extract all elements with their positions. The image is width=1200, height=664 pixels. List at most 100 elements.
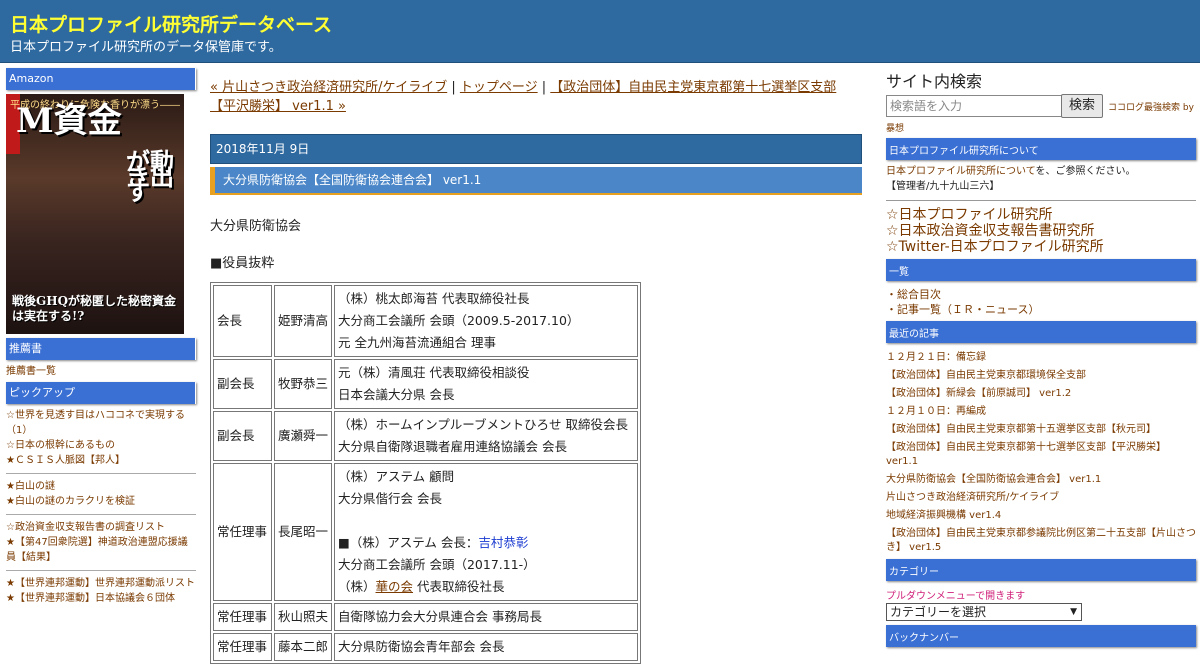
nav-separator: | (447, 80, 460, 95)
main-content: « 片山さつき政治経済研究所/ケイライブ | トップページ | 【政治団体】自由… (210, 78, 862, 664)
officer-role: 常任理事 (213, 633, 272, 661)
recent-entry-link[interactable]: 【政治団体】自由民主党東京都第十五選挙区支部【秋元司】 (886, 421, 1196, 439)
recent-entries: １２月２１日：備忘録 【政治団体】自由民主党東京都環境保全支部 【政治団体】新緑… (886, 349, 1196, 555)
entry-title[interactable]: 大分県防衛協会【全国防衛協会連合会】 ver1.1 (210, 167, 862, 195)
chevron-down-icon: ▼ (1070, 607, 1077, 617)
search-input[interactable]: 検索語を入力 (886, 95, 1064, 117)
table-row: 会長 姫野清高 （株）桃太郎海苔 代表取締役社長 大分商工会議所 会頭（2009… (213, 285, 638, 357)
pickup-link[interactable]: ★【世界連邦運動】世界連邦運動派リスト (6, 576, 196, 591)
top-page-link[interactable]: トップページ (460, 80, 538, 95)
pickup-link[interactable]: ☆政治資金収支報告書の調査リスト (6, 520, 196, 535)
about-suffix: を、ご参照ください。 (1035, 166, 1136, 177)
officer-role: 副会長 (213, 411, 272, 461)
category-heading: カテゴリー (886, 559, 1196, 581)
featured-link[interactable]: ☆日本プロファイル研究所 (886, 207, 1196, 223)
pickup-link[interactable]: ★【第47回衆院選】神道政治連盟応援議員【結果】 (6, 535, 196, 565)
recent-entry-link[interactable]: 【政治団体】自由民主党東京都参議院比例区第二十五支部【片山さつき】 ver1.5 (886, 527, 1196, 555)
admin-text: 【管理者/九十九山三六】 (886, 181, 1000, 192)
category-select[interactable]: カテゴリーを選択 ▼ (886, 603, 1082, 621)
featured-links: ☆日本プロファイル研究所 ☆日本政治資金収支報告書研究所 ☆Twitter-日本… (886, 207, 1196, 255)
description-text: 代表取締役社長 (413, 579, 505, 594)
table-row: 常任理事 長尾昭一 （株）アステム 顧問 大分県偕行会 会長 ■（株）アステム … (213, 463, 638, 601)
pickup-link[interactable]: ☆世界を見透す目はハココネで実現する（1） (6, 408, 196, 438)
table-row: 副会長 牧野恭三 元（株）清風荘 代表取締役相談役 日本会議大分県 会長 (213, 359, 638, 409)
recommend-heading: 推薦書 (6, 338, 196, 360)
section-heading: ■役員抜粋 (210, 256, 275, 271)
left-sidebar: Amazon 平成の終わりに危険な香りが漂う―― M資金 が動き出す 戦後GHQ… (6, 68, 196, 606)
officer-role: 会長 (213, 285, 272, 357)
recent-entry-link[interactable]: １２月１０日：再編成 (886, 403, 1196, 421)
book-bottom-text: 戦後GHQが秘匿した秘密資金は実在する!? (12, 294, 177, 323)
nav-separator: | (537, 80, 551, 95)
entry-date: 2018年11月 9日 (210, 134, 862, 164)
officer-description: （株）桃太郎海苔 代表取締役社長 大分商工会議所 会頭（2009.5-2017.… (334, 285, 638, 357)
company-link[interactable]: 華の会 (376, 579, 414, 594)
description-line: （株）アステム 顧問 (338, 469, 455, 484)
description-line: 大分県防衛協会青年部会 会長 (338, 639, 505, 654)
search-form: 検索語を入力 検索 ココログ最強検索 by (886, 94, 1196, 118)
index-list: ・総合目次 ・記事一覧（ＩＲ・ニュース） (886, 287, 1196, 317)
person-link[interactable]: 吉村恭彰 (478, 535, 528, 550)
divider (6, 514, 196, 515)
officer-name: 秋山照夫 (274, 603, 332, 631)
amazon-heading: Amazon (6, 68, 196, 90)
description-line: 大分商工会議所 会頭（2009.5-2017.10） (338, 313, 580, 328)
pickup-heading: ピックアップ (6, 382, 196, 404)
description-line: 自衛隊協力会大分県連合会 事務局長 (338, 609, 542, 624)
description-line: （株）華の会 代表取締役社長 (338, 576, 634, 598)
officer-description: 元（株）清風荘 代表取締役相談役 日本会議大分県 会長 (334, 359, 638, 409)
description-line: ■（株）アステム 会長：吉村恭彰 (338, 532, 634, 554)
pickup-link[interactable]: ★【世界連邦運動】日本協議会６団体 (6, 591, 196, 606)
officer-role: 副会長 (213, 359, 272, 409)
pickup-link[interactable]: ★白山の謎 (6, 479, 196, 494)
divider (886, 200, 1196, 201)
recent-entry-link[interactable]: 大分県防衛協会【全国防衛協会連合会】 ver1.1 (886, 471, 1196, 489)
officer-description: 大分県防衛協会青年部会 会長 (334, 633, 638, 661)
description-line: 大分県偕行会 会長 (338, 491, 442, 506)
index-link[interactable]: ・総合目次 (886, 288, 941, 301)
site-header: 日本プロファイル研究所データベース 日本プロファイル研究所のデータ保管庫です。 (0, 0, 1200, 63)
description-line: 大分県自衛隊退職者雇用連絡協議会 会長 (338, 439, 567, 454)
recent-heading: 最近の記事 (886, 321, 1196, 343)
description-line (338, 510, 634, 532)
site-title[interactable]: 日本プロファイル研究所データベース (10, 10, 332, 37)
right-sidebar: サイト内検索 検索語を入力 検索 ココログ最強検索 by 暴想 日本プロファイル… (886, 68, 1196, 647)
officer-name: 廣瀬舜一 (274, 411, 332, 461)
category-select-value: カテゴリーを選択 (890, 605, 987, 619)
pickup-link[interactable]: ★白山の謎のカラクリを検証 (6, 494, 196, 509)
officer-role: 常任理事 (213, 463, 272, 601)
book-main-title: M資金 (16, 101, 122, 141)
recent-entry-link[interactable]: 【政治団体】新緑会【前原誠司】 ver1.2 (886, 385, 1196, 403)
book-cover-image[interactable]: 平成の終わりに危険な香りが漂う―― M資金 が動き出す 戦後GHQが秘匿した秘密… (6, 94, 184, 334)
backnumber-heading: バックナンバー (886, 625, 1196, 647)
search-provider-link[interactable]: ココログ最強検索 by (1108, 100, 1194, 113)
divider (6, 473, 196, 474)
recent-entry-link[interactable]: 【政治団体】自由民主党東京都環境保全支部 (886, 367, 1196, 385)
pickup-group-2: ★白山の謎 ★白山の謎のカラクリを検証 (6, 479, 196, 509)
officer-description: （株）アステム 顧問 大分県偕行会 会長 ■（株）アステム 会長：吉村恭彰 大分… (334, 463, 638, 601)
featured-link[interactable]: ☆Twitter-日本プロファイル研究所 (886, 239, 1196, 255)
entry-navigation: « 片山さつき政治経済研究所/ケイライブ | トップページ | 【政治団体】自由… (210, 78, 862, 116)
officer-description: （株）ホームインプルーブメントひろせ 取締役会長 大分県自衛隊退職者雇用連絡協議… (334, 411, 638, 461)
search-button[interactable]: 検索 (1061, 94, 1103, 118)
pickup-link[interactable]: ☆日本の根幹にあるもの (6, 438, 196, 453)
description-line: （株）ホームインプルーブメントひろせ 取締役会長 (338, 417, 628, 432)
prev-entry-link[interactable]: « 片山さつき政治経済研究所/ケイライブ (210, 80, 447, 95)
recent-entry-link[interactable]: 片山さつき政治経済研究所/ケイライブ (886, 489, 1196, 507)
featured-link[interactable]: ☆日本政治資金収支報告書研究所 (886, 223, 1196, 239)
divider (6, 570, 196, 571)
officer-name: 牧野恭三 (274, 359, 332, 409)
recent-entry-link[interactable]: １２月２１日：備忘録 (886, 349, 1196, 367)
recommend-list-link[interactable]: 推薦書一覧 (6, 364, 196, 379)
pickup-link[interactable]: ★ＣＳＩＳ人脈図【邦人】 (6, 453, 196, 468)
recent-entry-link[interactable]: 【政治団体】自由民主党東京都第十七選挙区支部【平沢勝栄】 ver1.1 (886, 441, 1196, 469)
description-line: 元 全九州海苔流通組合 理事 (338, 335, 496, 350)
about-link[interactable]: 日本プロファイル研究所について (886, 166, 1036, 177)
index-link[interactable]: ・記事一覧（ＩＲ・ニュース） (886, 303, 1039, 316)
officer-name: 姫野清高 (274, 285, 332, 357)
search-provider-link[interactable]: 暴想 (886, 121, 1196, 134)
entry-intro: 大分県防衛協会 (210, 219, 302, 234)
site-description: 日本プロファイル研究所のデータ保管庫です。 (10, 40, 282, 55)
recent-entry-link[interactable]: 地域経済振興機構 ver1.4 (886, 507, 1196, 525)
officer-name: 藤本二郎 (274, 633, 332, 661)
